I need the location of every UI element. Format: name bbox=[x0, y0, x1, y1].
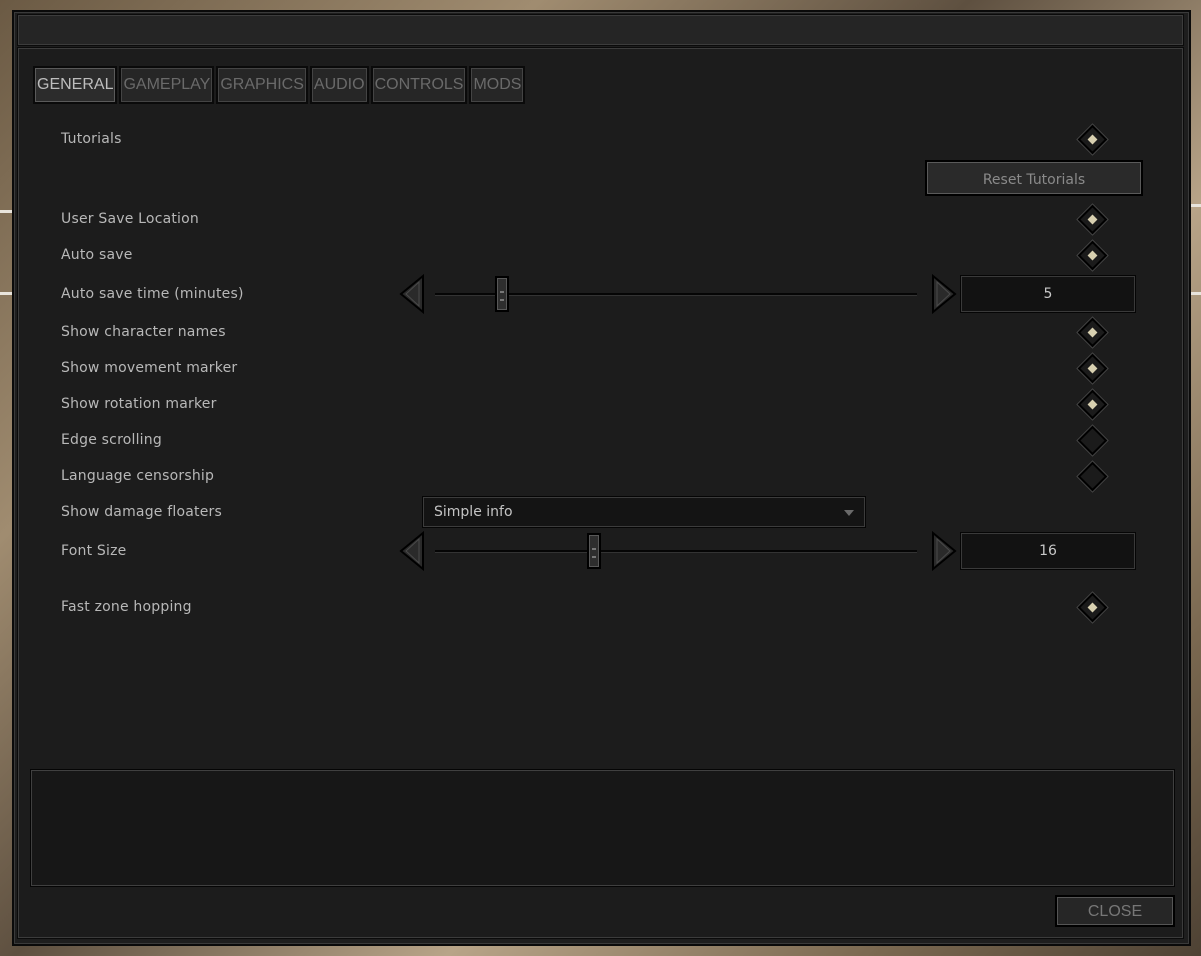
check-mark-icon bbox=[1087, 250, 1098, 261]
show-character-names-checkbox[interactable] bbox=[1077, 317, 1108, 348]
check-mark-icon bbox=[1087, 363, 1098, 374]
tab-bar: GENERAL GAMEPLAY GRAPHICS AUDIO CONTROLS… bbox=[33, 66, 526, 104]
damage-floaters-dropdown[interactable]: Simple info bbox=[423, 497, 865, 527]
slider-handle[interactable] bbox=[495, 276, 510, 312]
options-window: GENERAL GAMEPLAY GRAPHICS AUDIO CONTROLS… bbox=[12, 10, 1191, 946]
show-rotation-marker-label: Show rotation marker bbox=[61, 396, 217, 412]
show-character-names-label: Show character names bbox=[61, 324, 226, 340]
slider-left-arrow-icon[interactable] bbox=[399, 274, 425, 314]
slider-left-arrow-icon[interactable] bbox=[399, 531, 425, 571]
window-titlebar[interactable] bbox=[18, 15, 1183, 45]
edge-scrolling-checkbox[interactable] bbox=[1077, 425, 1108, 456]
check-mark-icon bbox=[1087, 327, 1098, 338]
tutorials-checkbox[interactable] bbox=[1077, 124, 1108, 155]
tab-general[interactable]: GENERAL bbox=[33, 66, 118, 104]
tab-mods[interactable]: MODS bbox=[469, 66, 526, 104]
chevron-down-icon bbox=[844, 510, 854, 516]
tab-graphics[interactable]: GRAPHICS bbox=[216, 66, 308, 104]
tab-controls[interactable]: CONTROLS bbox=[370, 66, 468, 104]
tab-audio[interactable]: AUDIO bbox=[309, 66, 369, 104]
language-censorship-label: Language censorship bbox=[61, 468, 215, 484]
auto-save-time-slider: 5 bbox=[399, 274, 1175, 314]
user-save-location-label: User Save Location bbox=[61, 211, 199, 227]
reset-tutorials-button[interactable]: Reset Tutorials bbox=[925, 160, 1143, 196]
slider-right-arrow-icon[interactable] bbox=[931, 531, 957, 571]
check-mark-icon bbox=[1087, 214, 1098, 225]
show-damage-floaters-label: Show damage floaters bbox=[61, 504, 222, 520]
close-button[interactable]: CLOSE bbox=[1055, 895, 1175, 927]
fast-zone-hopping-checkbox[interactable] bbox=[1077, 592, 1108, 623]
tutorials-label: Tutorials bbox=[61, 131, 122, 147]
slider-handle[interactable] bbox=[587, 533, 602, 569]
slider-track[interactable] bbox=[435, 550, 917, 552]
check-mark-icon bbox=[1087, 602, 1098, 613]
show-movement-marker-label: Show movement marker bbox=[61, 360, 238, 376]
auto-save-label: Auto save bbox=[61, 247, 133, 263]
edge-scrolling-label: Edge scrolling bbox=[61, 432, 162, 448]
fast-zone-hopping-label: Fast zone hopping bbox=[61, 599, 192, 615]
user-save-location-checkbox[interactable] bbox=[1077, 204, 1108, 235]
dropdown-selected-value: Simple info bbox=[434, 504, 513, 520]
language-censorship-checkbox[interactable] bbox=[1077, 461, 1108, 492]
font-size-slider: 16 bbox=[399, 531, 1175, 571]
auto-save-time-value[interactable]: 5 bbox=[961, 276, 1135, 312]
auto-save-time-label: Auto save time (minutes) bbox=[61, 286, 244, 302]
show-rotation-marker-checkbox[interactable] bbox=[1077, 389, 1108, 420]
auto-save-checkbox[interactable] bbox=[1077, 240, 1108, 271]
slider-right-arrow-icon[interactable] bbox=[931, 274, 957, 314]
font-size-value[interactable]: 16 bbox=[961, 533, 1135, 569]
tab-gameplay[interactable]: GAMEPLAY bbox=[119, 66, 215, 104]
description-panel bbox=[31, 770, 1174, 886]
options-panel: GENERAL GAMEPLAY GRAPHICS AUDIO CONTROLS… bbox=[18, 48, 1183, 938]
font-size-label: Font Size bbox=[61, 543, 127, 559]
check-mark-icon bbox=[1087, 134, 1098, 145]
show-movement-marker-checkbox[interactable] bbox=[1077, 353, 1108, 384]
check-mark-icon bbox=[1087, 399, 1098, 410]
